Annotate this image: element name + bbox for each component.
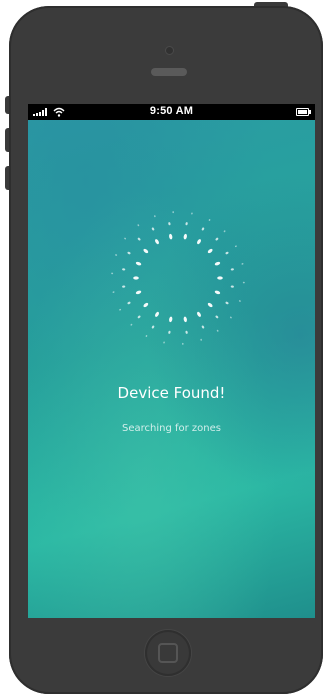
- spinner-dot: [215, 237, 219, 241]
- spinner-dot: [137, 224, 140, 227]
- front-camera: [165, 46, 174, 55]
- spinner-dot: [151, 227, 155, 231]
- spinner-dot: [163, 341, 165, 344]
- spinner-dot: [185, 330, 188, 334]
- spinner-dot: [154, 215, 156, 218]
- spinner-dot: [137, 237, 141, 241]
- spinner-dot: [229, 316, 232, 319]
- spinner-dot: [200, 338, 202, 341]
- spinner-dot: [127, 251, 131, 255]
- spinner-dot: [217, 276, 223, 280]
- home-button-icon: [158, 643, 178, 663]
- spinner-dot: [172, 211, 174, 214]
- spinner-dot: [201, 227, 205, 231]
- device-found-title: Device Found!: [117, 384, 226, 402]
- spinner-dot: [208, 219, 211, 221]
- spinner-dot: [169, 316, 173, 323]
- spinner-dot: [143, 248, 149, 254]
- spinner-dot: [191, 212, 193, 215]
- spinner-dot: [112, 291, 115, 293]
- earpiece-speaker: [151, 68, 187, 76]
- spinner-dot: [168, 330, 171, 334]
- phone-body: 9:50 AM Device Found! Searching for zone…: [9, 6, 323, 694]
- spinner-dot: [127, 301, 131, 305]
- spinner-dot: [207, 302, 213, 308]
- spinner-dot: [155, 239, 159, 245]
- spinner-dot: [214, 261, 221, 266]
- spinner-dot: [201, 325, 205, 329]
- spinner-dot: [115, 254, 118, 256]
- spinner-dot: [207, 248, 213, 254]
- spinner-dot: [137, 315, 141, 319]
- spinner-dot: [225, 251, 229, 255]
- spinner-dot: [122, 285, 126, 288]
- spinner-dot: [122, 268, 126, 271]
- home-button[interactable]: [145, 630, 191, 676]
- spinner-dot: [238, 300, 241, 302]
- spinner-dot: [230, 268, 234, 271]
- spinner-dot: [124, 237, 127, 240]
- searching-status-text: Searching for zones: [122, 423, 221, 434]
- spinner-dot: [111, 272, 114, 275]
- spinner-dot: [241, 263, 244, 265]
- spinner-dot: [151, 325, 155, 329]
- spinner-dot: [216, 329, 219, 332]
- spinner-dot: [234, 245, 237, 248]
- spinner-dot: [197, 239, 201, 245]
- spinner-dot: [133, 276, 139, 280]
- spinner-dot: [182, 342, 184, 345]
- loading-dots-ring-icon: [111, 211, 245, 345]
- phone-mockup: 9:50 AM Device Found! Searching for zone…: [0, 0, 330, 697]
- spinner-dot: [185, 222, 188, 226]
- spinner-dot: [242, 281, 245, 284]
- spinner-dot: [197, 311, 201, 317]
- spinner-dot: [143, 302, 149, 308]
- spinner-dot: [214, 290, 221, 295]
- spinner-dot: [225, 301, 229, 305]
- spinner-dot: [135, 261, 142, 266]
- spinner-dot: [169, 233, 173, 240]
- app-screen: 9:50 AM Device Found! Searching for zone…: [28, 104, 315, 618]
- spinner-dot: [130, 323, 133, 326]
- spinner-dot: [155, 311, 159, 317]
- spinner-dot: [215, 315, 219, 319]
- spinner-dot: [230, 285, 234, 288]
- spinner-dot: [119, 308, 122, 311]
- spinner-dot: [183, 316, 187, 323]
- spinner-dot: [223, 230, 226, 233]
- spinner-dot: [145, 335, 148, 337]
- spinner-dot: [135, 290, 142, 295]
- spinner-dot: [183, 233, 187, 240]
- spinner-dot: [168, 222, 171, 226]
